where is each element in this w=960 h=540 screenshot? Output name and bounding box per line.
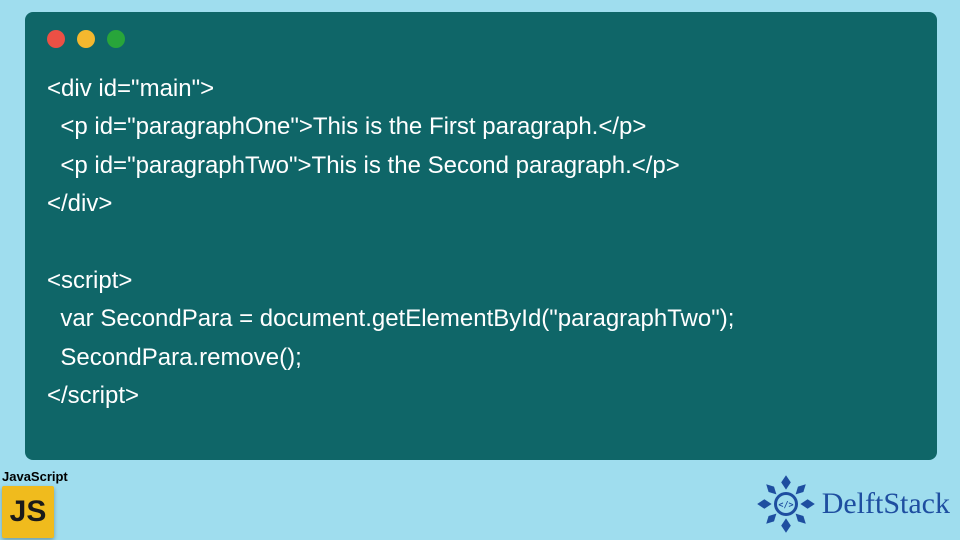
window-dots [47,30,917,48]
minimize-dot-icon [77,30,95,48]
brand-name: DelftStack [822,487,950,521]
javascript-icon-text: JS [10,495,47,529]
brand-logo-icon: </> [756,474,816,534]
javascript-icon: JS [2,486,54,538]
code-window: <div id="main"> <p id="paragraphOne">Thi… [25,12,937,460]
brand: </> DelftStack [756,474,950,534]
close-dot-icon [47,30,65,48]
code-block: <div id="main"> <p id="paragraphOne">Thi… [47,70,917,416]
javascript-label: JavaScript [2,469,74,484]
svg-text:</>: </> [778,500,793,510]
maximize-dot-icon [107,30,125,48]
javascript-badge: JavaScript JS [2,469,74,538]
